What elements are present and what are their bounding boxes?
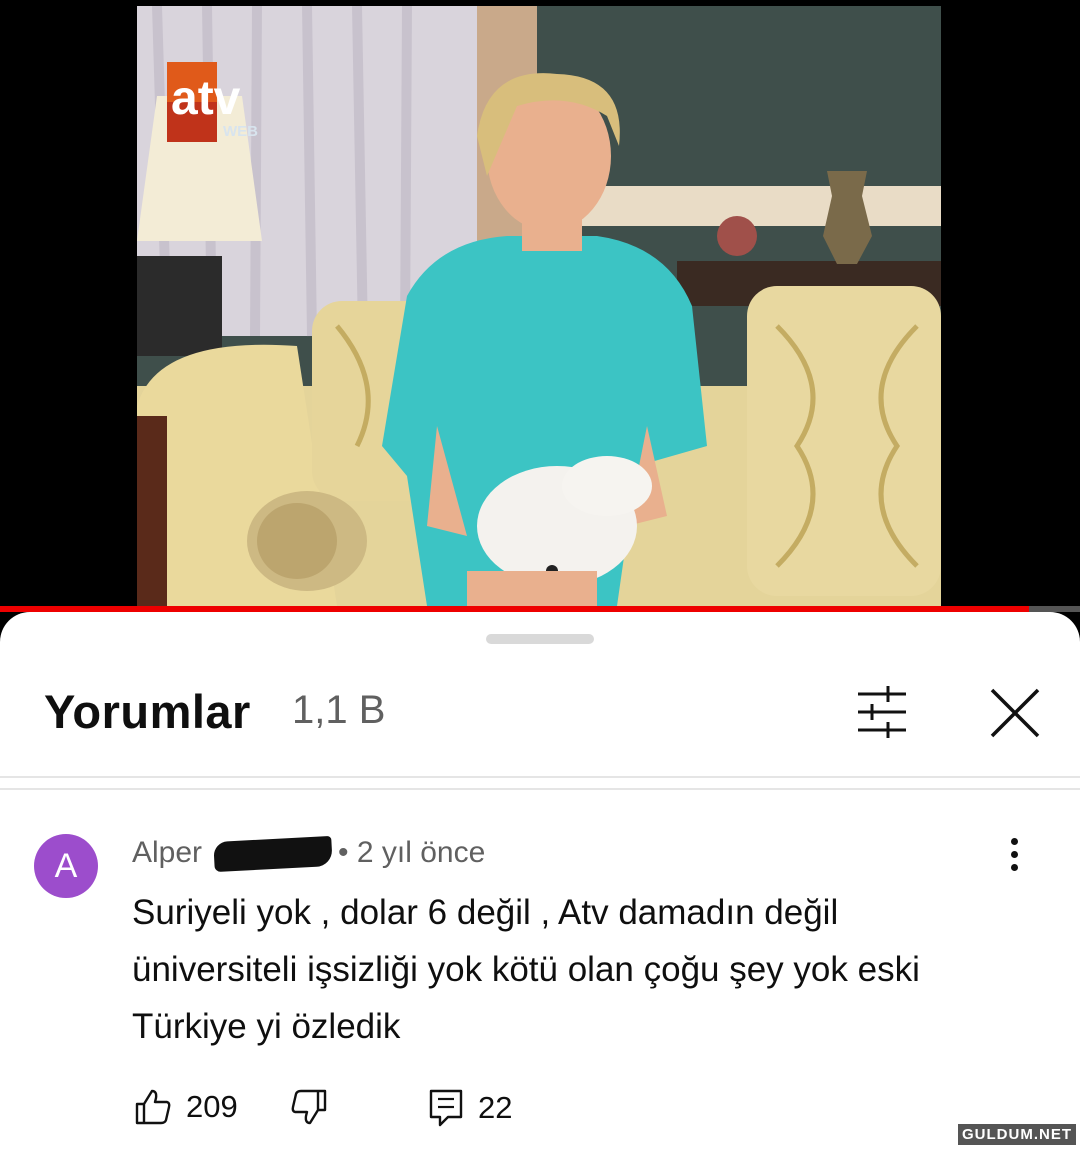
close-button[interactable] [984,682,1046,744]
comment-meta: Alper • 2 yıl önce [132,836,486,873]
reply-button[interactable]: 22 [428,1088,512,1128]
comment-line: üniversiteli işsizliği yok kötü olan çoğ… [132,950,920,989]
more-vertical-icon [1000,838,1028,871]
comment-time: 2 yıl önce [356,836,486,869]
reply-count: 22 [478,1090,513,1125]
channel-logo: atv WEB [167,62,277,142]
thumbs-down-icon [291,1089,327,1125]
comments-count: 1,1 B [292,688,386,732]
comment-line: Türkiye yi özledik [132,1007,401,1046]
close-icon [990,688,1040,738]
video-frame[interactable]: atv WEB [137,6,941,606]
comment-line: Suriyeli yok , dolar 6 değil , Atv damad… [132,893,839,932]
like-count: 209 [186,1089,238,1124]
comment-text: Suriyeli yok , dolar 6 değil , Atv damad… [132,884,1032,1055]
like-button[interactable]: 209 [134,1088,238,1126]
thumbs-up-icon [135,1089,171,1125]
avatar[interactable]: A [34,834,98,898]
dislike-button[interactable] [290,1088,328,1126]
sort-filter-icon [858,686,906,738]
more-options-button[interactable] [1000,838,1028,878]
comments-title: Yorumlar [44,685,251,738]
video-player[interactable]: atv WEB [0,0,1080,612]
site-watermark: GULDUM.NET [958,1124,1076,1145]
redaction-scribble [213,836,333,873]
svg-text:WEB: WEB [223,123,258,140]
reply-icon [429,1089,463,1127]
sort-filter-button[interactable] [848,682,914,742]
drag-handle[interactable] [486,634,594,644]
comment-author[interactable]: Alper [132,836,202,869]
header-divider [0,776,1080,790]
svg-text:atv: atv [171,72,241,125]
comments-sheet: Yorumlar 1,1 B A Alper • 2 yıl önce Suriy… [0,612,1080,1149]
comment-actions: 209 22 [0,1088,1080,1138]
